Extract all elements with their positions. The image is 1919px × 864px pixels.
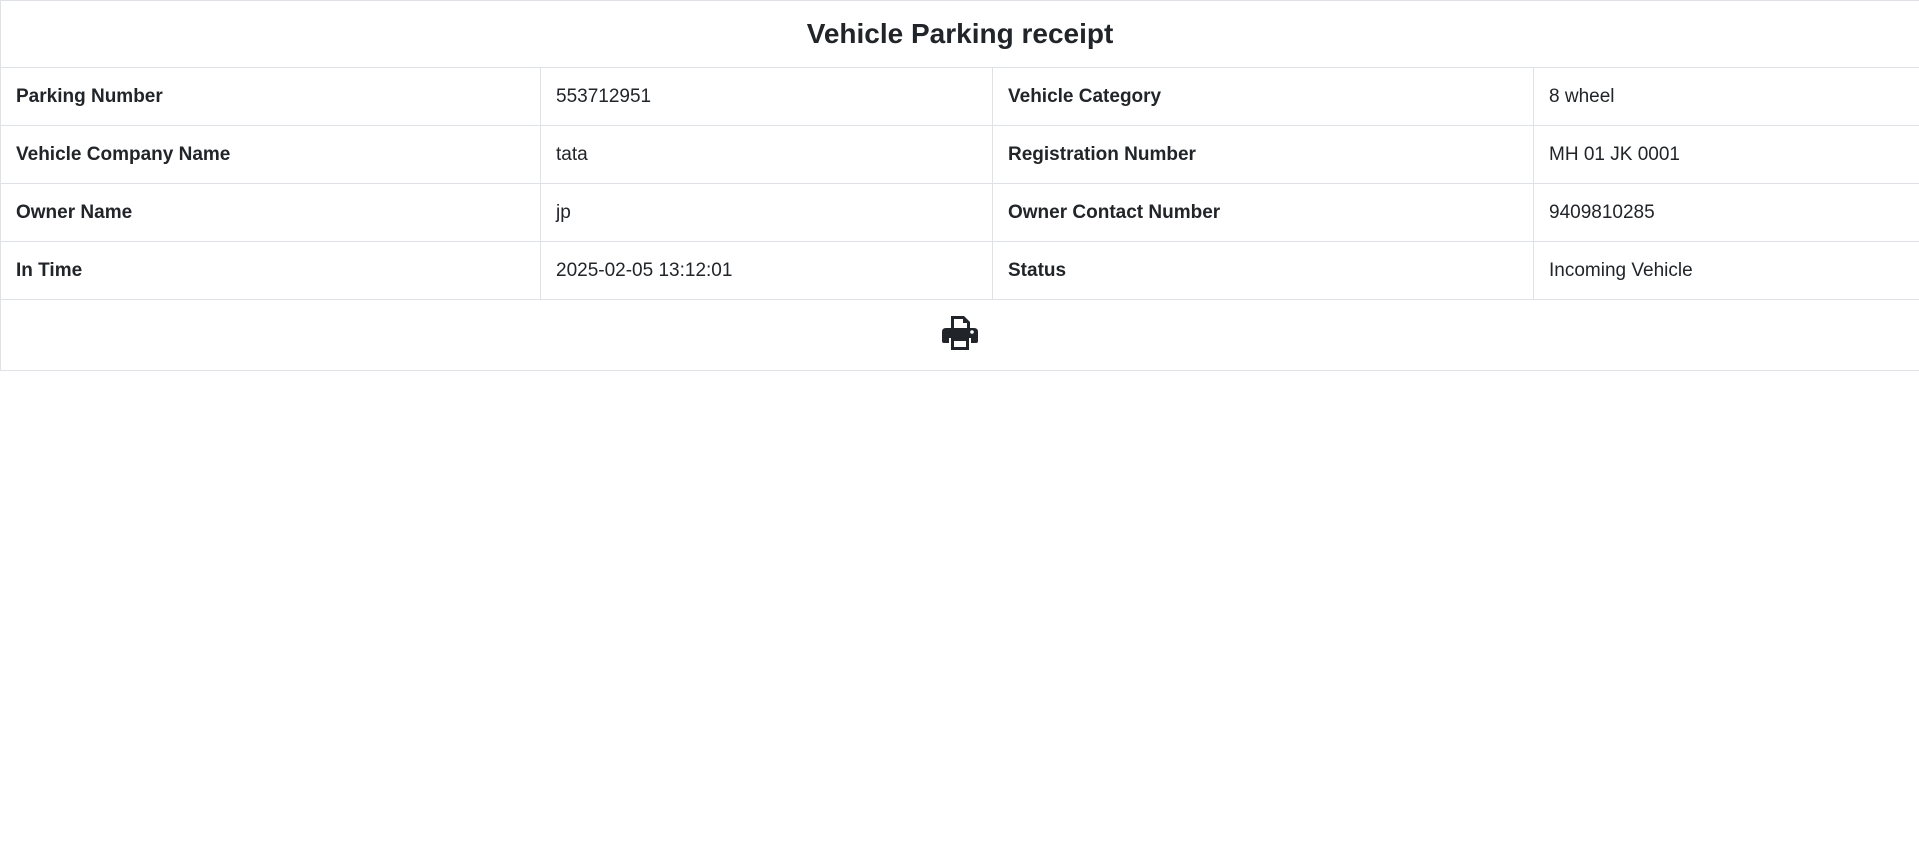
owner-name-label: Owner Name bbox=[0, 183, 541, 242]
vehicle-category-value: 8 wheel bbox=[1532, 67, 1919, 126]
print-icon[interactable] bbox=[941, 314, 979, 350]
parking-number-value: 553712951 bbox=[540, 67, 993, 126]
table-row: Owner Name jp Owner Contact Number 94098… bbox=[0, 183, 1919, 242]
vehicle-category-label: Vehicle Category bbox=[992, 67, 1534, 126]
owner-contact-label: Owner Contact Number bbox=[992, 183, 1534, 242]
status-value: Incoming Vehicle bbox=[1532, 241, 1919, 300]
table-row: In Time 2025-02-05 13:12:01 Status Incom… bbox=[0, 241, 1919, 300]
in-time-value: 2025-02-05 13:12:01 bbox=[540, 241, 993, 300]
table-row: Parking Number 553712951 Vehicle Categor… bbox=[0, 67, 1919, 126]
parking-number-label: Parking Number bbox=[0, 67, 541, 126]
parking-receipt-table: Vehicle Parking receipt Parking Number 5… bbox=[0, 0, 1919, 371]
status-label: Status bbox=[992, 241, 1534, 300]
vehicle-company-value: tata bbox=[540, 125, 993, 184]
receipt-title: Vehicle Parking receipt bbox=[0, 0, 1919, 68]
print-cell bbox=[0, 299, 1919, 371]
registration-number-label: Registration Number bbox=[992, 125, 1534, 184]
vehicle-company-label: Vehicle Company Name bbox=[0, 125, 541, 184]
print-row bbox=[0, 299, 1919, 371]
receipt-title-row: Vehicle Parking receipt bbox=[0, 0, 1919, 68]
in-time-label: In Time bbox=[0, 241, 541, 300]
registration-number-value: MH 01 JK 0001 bbox=[1532, 125, 1919, 184]
owner-contact-value: 9409810285 bbox=[1532, 183, 1919, 242]
table-row: Vehicle Company Name tata Registration N… bbox=[0, 125, 1919, 184]
owner-name-value: jp bbox=[540, 183, 993, 242]
